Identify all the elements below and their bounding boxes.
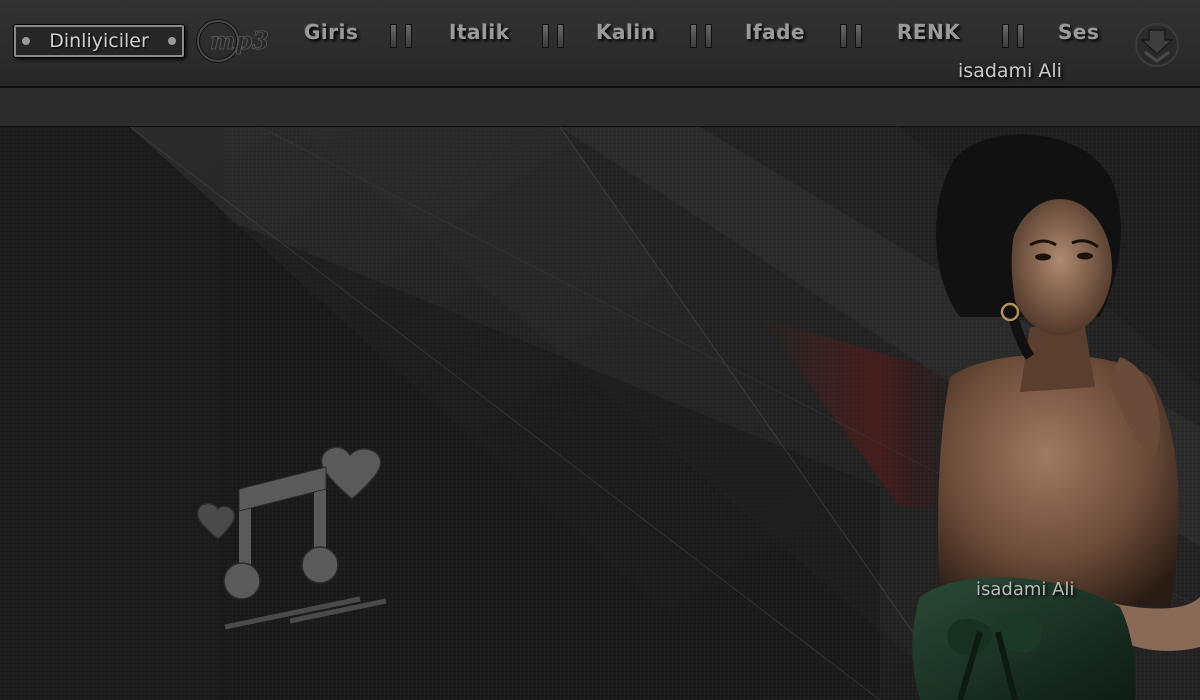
- nav-separator: [542, 24, 564, 48]
- down-arrow-icon[interactable]: [1134, 22, 1180, 68]
- background-stage: isadami Ali: [0, 127, 1200, 700]
- dot-icon: [168, 37, 176, 45]
- nav-italik[interactable]: Italik: [449, 20, 510, 44]
- nav-renk[interactable]: RENK: [897, 20, 960, 44]
- nav-separator: [390, 24, 412, 48]
- listeners-label: Dinliyiciler: [49, 30, 149, 52]
- dot-icon: [22, 37, 30, 45]
- nav-ses[interactable]: Ses: [1058, 20, 1099, 44]
- nav-separator: [690, 24, 712, 48]
- signature-text: isadami Ali: [958, 60, 1062, 82]
- toolbar: Dinliyiciler mp3 Giris Italik Kalin Ifad…: [0, 0, 1200, 88]
- signature-text: isadami Ali: [976, 579, 1075, 600]
- nav-separator: [840, 24, 862, 48]
- music-note-hearts-icon: [190, 437, 400, 637]
- nav-separator: [1002, 24, 1024, 48]
- listeners-button[interactable]: Dinliyiciler: [14, 25, 184, 57]
- woman-portrait-image: [880, 127, 1200, 700]
- nav-giris[interactable]: Giris: [304, 20, 358, 44]
- mp3-logo[interactable]: mp3: [196, 18, 282, 64]
- logo-text: mp3: [210, 26, 269, 55]
- secondary-bar: [0, 88, 1200, 127]
- nav-kalin[interactable]: Kalin: [596, 20, 655, 44]
- nav-ifade[interactable]: Ifade: [745, 20, 805, 44]
